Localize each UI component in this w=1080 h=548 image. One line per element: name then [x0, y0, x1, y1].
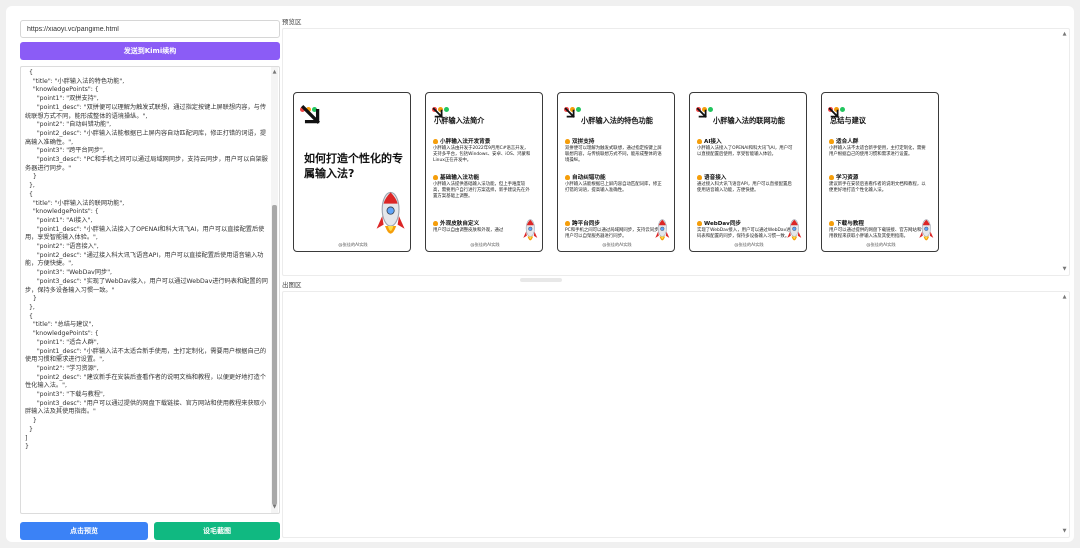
knowledge-point: 跨平台同步 PC和手机之间可以通过局域网同步，支持云同步，用户可以自架服务器进行同…: [565, 219, 663, 240]
fire-icon: [697, 220, 702, 226]
preview-area-label: 预览区: [282, 18, 302, 26]
fire-icon: [433, 220, 438, 226]
card-title: 小胖输入法的特色功能: [581, 116, 653, 125]
point-heading: 适合人群: [829, 137, 927, 145]
point-heading: 自动纠错功能: [565, 173, 663, 181]
card-footer: @张佳的AI实践: [602, 242, 632, 247]
card-footer: @张佳的AI实践: [338, 242, 368, 247]
window-dots: [696, 97, 714, 112]
point-heading: 学习资源: [829, 173, 927, 181]
preview-button[interactable]: 点击预览: [20, 522, 148, 540]
scroll-up-icon[interactable]: ▲: [271, 69, 278, 76]
point-heading: 语音接入: [697, 173, 795, 181]
card-footer: @张佳的AI实践: [470, 242, 500, 247]
output-area[interactable]: ▲ ▼: [282, 291, 1070, 538]
point-heading: 基础输入法功能: [433, 173, 531, 181]
fire-icon: [697, 174, 702, 180]
window-dots: [828, 97, 846, 112]
point-description: 小胖输入法提供基础输入法功能，但上手难度较高，需要用户自行进行方案选择，新手建议…: [433, 182, 530, 200]
preview-card: 总结与建议适合人群 小胖输入法不太适合新手使用，主打定制化，需要用户根据自己的使用…: [821, 92, 939, 252]
generate-image-button[interactable]: 设毛截图: [154, 522, 280, 540]
point-heading: 下载与教程: [829, 219, 927, 227]
knowledge-point: 双拼支持 双拼便可以理解为触发式联想，通过指定按键上屏联想内容，与传统联想方式不同…: [565, 137, 663, 165]
window-dots: [564, 97, 582, 112]
fire-icon: [565, 138, 570, 144]
knowledge-point: AI接入 小胖输入法接入了OPENAI和科大讯飞AI，用户可以直接配置后使用，享受…: [697, 137, 795, 158]
preview-card: 小胖输入法的特色功能双拼支持 双拼便可以理解为触发式联想，通过指定按键上屏联想内容…: [557, 92, 675, 252]
knowledge-point: 小胖输入法开发背景 小胖输入法由开发于2022年9月用C#语言开发，支持多平台，包…: [433, 137, 531, 165]
card-title: 总结与建议: [830, 116, 866, 125]
fire-icon: [433, 138, 438, 144]
fire-icon: [697, 138, 702, 144]
knowledge-point: 学习资源 建议新手在安装后查看作者的说明文档和教程，以便更好地打造个性化输入法。: [829, 173, 927, 194]
point-description: 通过接入科大讯飞语音API，用户可以直接配置后使用语音输入功能，方便快捷。: [697, 182, 792, 194]
preview-scrollbar[interactable]: ▲ ▼: [1061, 29, 1068, 275]
knowledge-point: 适合人群 小胖输入法不太适合新手使用，主打定制化，需要用户根据自己的使用习惯和需求…: [829, 137, 927, 158]
preview-card: 如何打造个性化的专属输入法? @张佳的AI实践: [293, 92, 411, 252]
json-editor[interactable]: { "title": "小胖输入法的特色功能", "knowledgePoint…: [20, 66, 280, 514]
preview-area[interactable]: 如何打造个性化的专属输入法? @张佳的AI实践 小胖输入法简介 小胖输入法开发背景 小胖…: [282, 28, 1070, 282]
display-panel: 预览区 如何打造个性化的专属输入法? @张佳的AI实践 小胖输入法简介 小胖输入法开发…: [282, 14, 1070, 538]
window-dot: [444, 107, 449, 112]
fire-icon: [829, 220, 834, 226]
json-editor-text[interactable]: { "title": "小胖输入法的特色功能", "knowledgePoint…: [25, 69, 269, 452]
rocket-icon: [375, 191, 406, 247]
knowledge-point: WebDav同步 实现了WebDav接入，用户可以通过WebDav进行码表和配置的…: [697, 219, 795, 240]
card-footer: @张佳的AI实践: [866, 242, 896, 247]
point-description: 双拼便可以理解为触发式联想，通过指定按键上屏联想内容，与传统联想方式不同，能形成…: [565, 146, 662, 164]
output-area-label: 出图区: [282, 281, 302, 289]
output-scrollbar[interactable]: ▲ ▼: [1061, 292, 1068, 537]
knowledge-point: 基础输入法功能 小胖输入法提供基础输入法功能，但上手难度较高，需要用户自行进行方案…: [433, 173, 531, 201]
window-dots: [432, 97, 450, 112]
arrow-down-right-icon: [300, 104, 322, 130]
card-title: 小胖输入法的联网功能: [713, 116, 785, 125]
point-heading: 跨平台同步: [565, 219, 663, 227]
window-dots: [300, 97, 318, 112]
cover-title: 如何打造个性化的专属输入法?: [304, 152, 403, 180]
point-heading: 双拼支持: [565, 137, 663, 145]
window-dot: [708, 107, 713, 112]
point-description: 小胖输入法由开发于2022年9月用C#语言开发，支持多平台，包括Windows、…: [433, 146, 531, 164]
point-description: 建议新手在安装后查看作者的说明文档和教程，以便更好地打造个性化输入法。: [829, 182, 926, 194]
scroll-down-icon[interactable]: ▼: [271, 504, 278, 511]
card-footer: @张佳的AI实践: [734, 242, 764, 247]
scroll-down-icon[interactable]: ▼: [1061, 528, 1068, 535]
fire-icon: [565, 220, 570, 226]
knowledge-point: 下载与教程 用户可以通过提供的网盘下载链接、官方网站和使用教程来获取小胖输入法及其…: [829, 219, 927, 240]
scroll-up-icon[interactable]: ▲: [1061, 294, 1068, 301]
window-dot: [576, 107, 581, 112]
url-input[interactable]: [20, 20, 280, 38]
window-dot: [840, 107, 845, 112]
point-heading: 外观皮肤自定义: [433, 219, 531, 227]
editor-scrollbar[interactable]: ▲ ▼: [271, 67, 278, 513]
fire-icon: [829, 138, 834, 144]
card-title: 小胖输入法简介: [434, 116, 485, 125]
point-description: 小胖输入法能根据已上屏内容自动匹配词库，修正打错的词语，提高输入准确性。: [565, 182, 662, 194]
point-description: PC和手机之间可以通过局域网同步，支持云同步，用户可以自架服务器进行同步。: [565, 228, 663, 240]
point-description: 小胖输入法不太适合新手使用，主打定制化，需要用户根据自己的使用习惯和需求进行设置…: [829, 146, 926, 158]
point-heading: WebDav同步: [697, 219, 795, 227]
scroll-up-icon[interactable]: ▲: [1061, 31, 1068, 38]
knowledge-point: 语音接入 通过接入科大讯飞语音API，用户可以直接配置后使用语音输入功能，方便快捷…: [697, 173, 795, 194]
point-description: 小胖输入法接入了OPENAI和科大讯飞AI，用户可以直接配置后使用，享受智能输入…: [697, 146, 793, 158]
horizontal-scroll-handle[interactable]: [520, 278, 562, 282]
knowledge-point: 自动纠错功能 小胖输入法能根据已上屏内容自动匹配词库，修正打错的词语，提高输入准确…: [565, 173, 663, 194]
scroll-down-icon[interactable]: ▼: [1061, 266, 1068, 273]
app-window: 发送到Kimi续构 { "title": "小胖输入法的特色功能", "know…: [6, 6, 1074, 542]
editor-scroll-thumb[interactable]: [272, 205, 277, 505]
fire-icon: [433, 174, 438, 180]
editor-panel: 发送到Kimi续构 { "title": "小胖输入法的特色功能", "know…: [14, 14, 280, 540]
point-heading: AI接入: [697, 137, 795, 145]
knowledge-point: 外观皮肤自定义 用户可以自由调整皮肤和外观，通过: [433, 219, 531, 234]
point-heading: 小胖输入法开发背景: [433, 137, 531, 145]
point-description: 用户可以通过提供的网盘下载链接、官方网站和使用教程来获取小胖输入法及其使用指南。: [829, 228, 926, 240]
preview-card: 小胖输入法的联网功能 AI接入 小胖输入法接入了OPENAI和科大讯飞AI，用户可以…: [689, 92, 807, 252]
point-description: 用户可以自由调整皮肤和外观，通过: [433, 228, 504, 233]
fire-icon: [565, 174, 570, 180]
preview-card: 小胖输入法简介小胖输入法开发背景 小胖输入法由开发于2022年9月用C#语言开发，…: [425, 92, 543, 252]
point-description: 实现了WebDav接入，用户可以通过WebDav进行码表和配置的同步，保持多设备…: [697, 228, 795, 240]
send-to-kimi-button[interactable]: 发送到Kimi续构: [20, 42, 280, 60]
fire-icon: [829, 174, 834, 180]
